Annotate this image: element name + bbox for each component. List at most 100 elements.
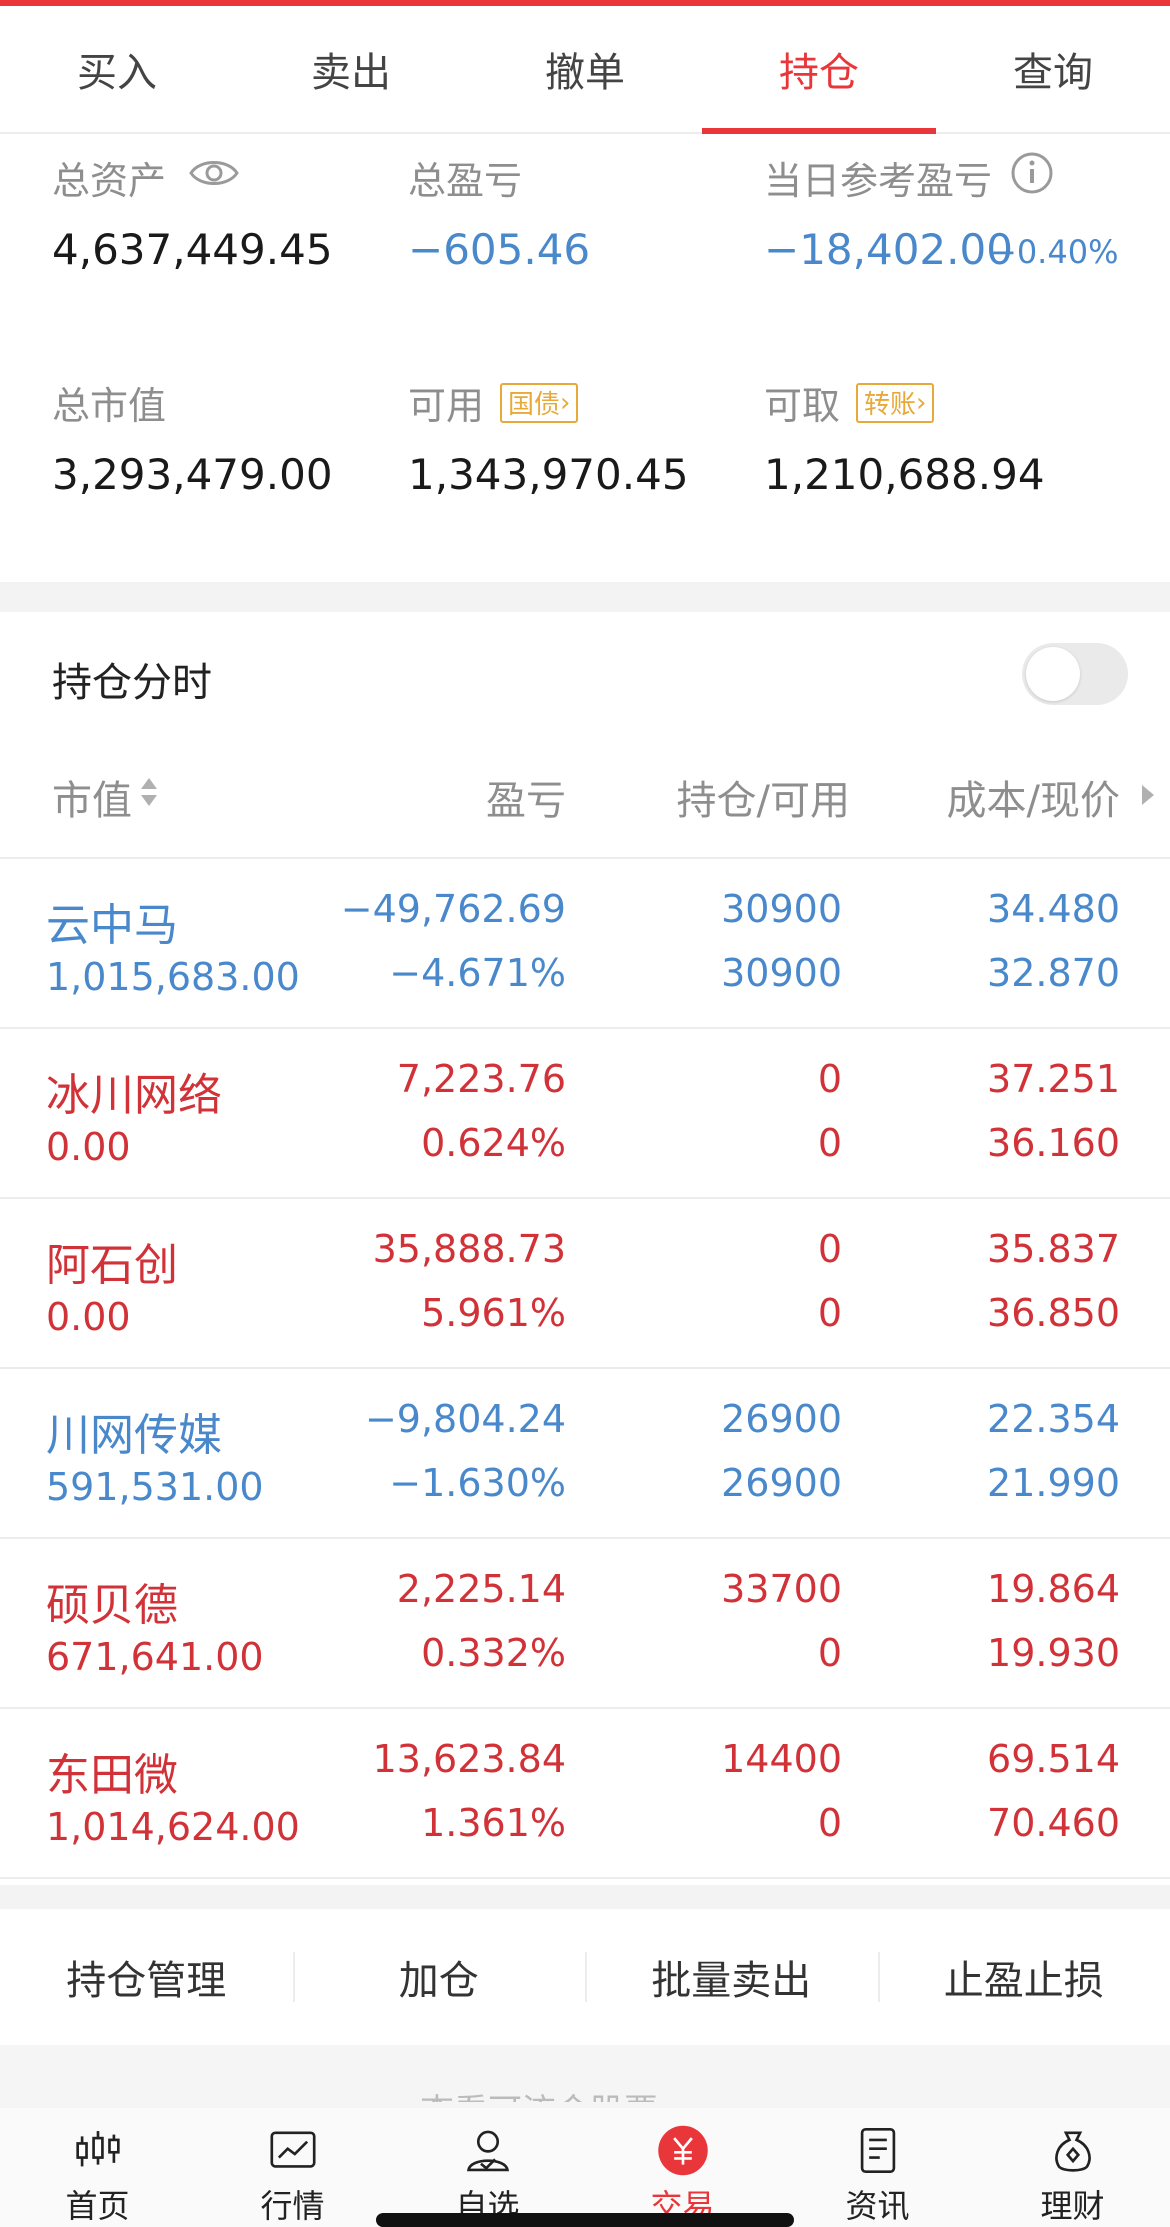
daily-pl-label: 当日参考盈亏 (764, 150, 1054, 205)
position-price: 21.990 (987, 1461, 1120, 1505)
total-assets-value: 4,637,449.45 (52, 225, 333, 274)
position-cost: 35.837 (987, 1227, 1120, 1271)
position-actions: 持仓管理 加仓 批量卖出 止盈止损 (0, 1909, 1170, 2045)
withdrawable-label: 可取 转账 › (764, 375, 935, 430)
eye-icon[interactable] (188, 155, 240, 200)
column-header-hold: 持仓/可用 (676, 778, 850, 824)
position-pl: −9,804.24 (364, 1397, 566, 1441)
nav-watchlist[interactable]: 自选 (390, 2108, 585, 2227)
toggle-knob (1026, 647, 1080, 701)
tab-positions[interactable]: 持仓 (702, 6, 936, 134)
position-cost: 69.514 (987, 1737, 1120, 1781)
nav-trade[interactable]: 交易 (585, 2108, 780, 2227)
position-pl-pct: 1.361% (421, 1801, 566, 1845)
position-pl: −49,762.69 (340, 887, 566, 931)
position-cost: 34.480 (987, 887, 1120, 931)
add-position-button[interactable]: 加仓 (292, 1948, 586, 2006)
yuan-icon (657, 2125, 708, 2176)
position-row[interactable]: 东田微 1,014,624.00 13,623.84 1.361% 14400 0 69.5… (0, 1709, 1170, 1879)
position-price: 19.930 (987, 1631, 1120, 1675)
position-market-value: 1,015,683.00 (46, 955, 300, 999)
position-hold: 0 (817, 1227, 842, 1271)
batch-sell-button[interactable]: 批量卖出 (585, 1948, 878, 2006)
position-available: 0 (817, 1121, 842, 1165)
position-available: 26900 (721, 1461, 842, 1505)
position-price: 32.870 (987, 951, 1120, 995)
position-name: 阿石创 (46, 1240, 178, 1291)
market-value-label: 总市值 (52, 384, 167, 428)
position-cost: 19.864 (987, 1567, 1120, 1611)
tab-sell[interactable]: 卖出 (234, 6, 468, 132)
position-market-value: 1,014,624.00 (46, 1805, 300, 1849)
position-available: 0 (817, 1801, 842, 1845)
position-pl: 13,623.84 (372, 1737, 566, 1781)
tab-query[interactable]: 查询 (936, 6, 1170, 132)
timeshare-toggle[interactable] (1022, 643, 1128, 705)
partial-hint-text: 查看可流金股票 (420, 2084, 720, 2102)
candlestick-icon (75, 2131, 120, 2167)
position-pl-pct: 5.961% (421, 1291, 566, 1335)
position-pl-pct: 0.624% (421, 1121, 566, 1165)
position-hold: 30900 (721, 887, 842, 931)
position-pl: 7,223.76 (396, 1057, 566, 1101)
info-icon[interactable] (1010, 151, 1054, 204)
total-pl-value: −605.46 (408, 225, 591, 274)
position-market-value: 0.00 (46, 1125, 131, 1169)
manage-positions-button[interactable]: 持仓管理 (0, 1948, 293, 2006)
position-pl-pct: −4.671% (389, 951, 566, 995)
chart-icon (269, 2131, 316, 2168)
column-header-market-value[interactable]: 市值 (52, 768, 160, 826)
position-row[interactable]: 川网传媒 591,531.00 −9,804.24 −1.630% 26900 26900… (0, 1369, 1170, 1539)
position-hold: 0 (817, 1057, 842, 1101)
position-hold: 14400 (721, 1737, 842, 1781)
position-price: 70.460 (987, 1801, 1120, 1845)
position-cost: 22.354 (987, 1397, 1120, 1441)
position-hold: 33700 (721, 1567, 842, 1611)
position-pl-pct: −1.630% (389, 1461, 566, 1505)
position-hold: 26900 (721, 1397, 842, 1441)
tab-cancel[interactable]: 撤单 (468, 6, 702, 132)
chevron-right-icon: › (560, 387, 571, 418)
available-value: 1,343,970.45 (408, 450, 689, 499)
section-title: 持仓分时 (52, 660, 212, 706)
nav-market[interactable]: 行情 (195, 2108, 390, 2227)
scroll-right-icon[interactable] (1138, 782, 1158, 812)
nav-wealth[interactable]: 理财 (975, 2108, 1170, 2227)
position-pl: 35,888.73 (372, 1227, 566, 1271)
position-cost: 37.251 (987, 1057, 1120, 1101)
position-name: 川网传媒 (46, 1410, 222, 1461)
home-indicator (376, 2213, 794, 2227)
position-row[interactable]: 阿石创 0.00 35,888.73 5.961% 0 0 35.837 36.850 (0, 1199, 1170, 1369)
position-row[interactable]: 冰川网络 0.00 7,223.76 0.624% 0 0 37.251 36.160 (0, 1029, 1170, 1199)
position-available: 30900 (721, 951, 842, 995)
position-available: 0 (817, 1631, 842, 1675)
chevron-right-icon: › (916, 387, 927, 418)
daily-pl-value: −18,402.00 (764, 225, 1013, 274)
treasury-bond-tag[interactable]: 国债 › (500, 382, 579, 423)
tab-buy[interactable]: 买入 (0, 6, 234, 132)
bottom-nav: 首页 行情 自选 交易 资讯 理财 (0, 2108, 1170, 2227)
section-divider (0, 1885, 1170, 1909)
position-name: 云中马 (46, 900, 178, 951)
position-available: 0 (817, 1291, 842, 1335)
stop-profit-loss-button[interactable]: 止盈止损 (877, 1948, 1170, 2006)
position-row[interactable]: 硕贝德 671,641.00 2,225.14 0.332% 33700 0 19.864 1… (0, 1539, 1170, 1709)
nav-news[interactable]: 资讯 (780, 2108, 975, 2227)
position-market-value: 671,641.00 (46, 1635, 264, 1679)
money-bag-icon (1054, 2131, 1091, 2172)
trade-tabs: 买入 卖出 撤单 持仓 查询 (0, 6, 1170, 134)
position-price: 36.850 (987, 1291, 1120, 1335)
withdrawable-value: 1,210,688.94 (764, 450, 1045, 499)
transfer-tag[interactable]: 转账 › (856, 382, 935, 423)
position-row[interactable]: 云中马 1,015,683.00 −49,762.69 −4.671% 30900 309… (0, 859, 1170, 1029)
position-market-value: 0.00 (46, 1295, 131, 1339)
total-assets-label: 总资产 (52, 150, 240, 205)
position-name: 冰川网络 (46, 1070, 222, 1121)
position-pl: 2,225.14 (396, 1567, 566, 1611)
market-value-value: 3,293,479.00 (52, 450, 333, 499)
position-pl-pct: 0.332% (421, 1631, 566, 1675)
user-check-icon (466, 2130, 509, 2172)
daily-pl-pct: −0.40% (990, 233, 1119, 271)
nav-home[interactable]: 首页 (0, 2108, 195, 2227)
available-label: 可用 国债 › (408, 375, 579, 430)
